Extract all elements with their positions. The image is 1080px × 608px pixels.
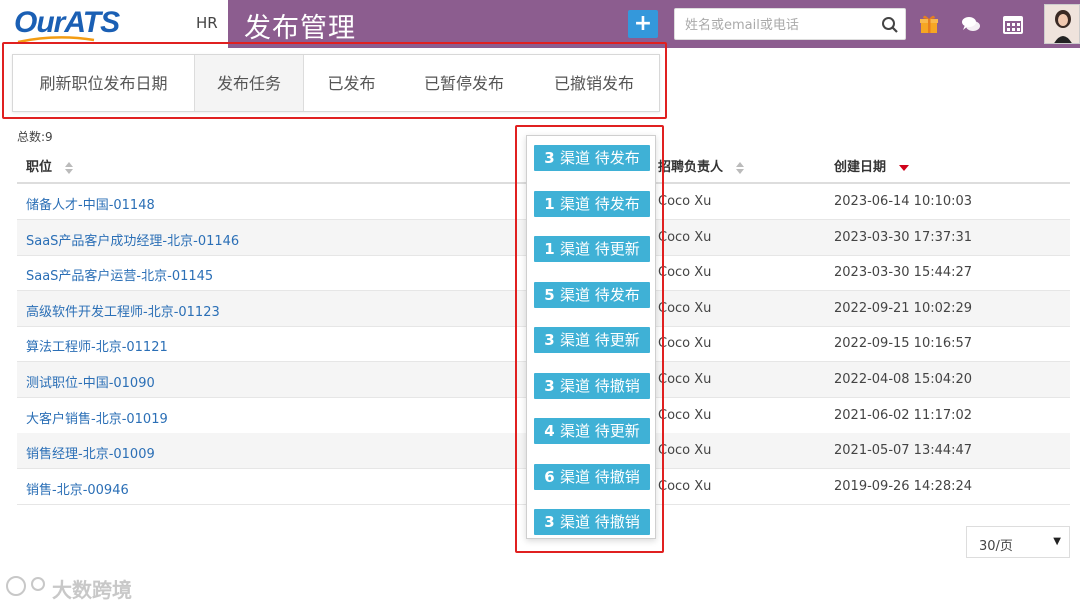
job-title-link[interactable]: 销售-北京-00946 [26,479,129,498]
top-bar: OurATS HR 发布管理 + [0,0,1080,48]
channel-status-label: 渠道 待更新 [559,422,640,440]
column-header-recruiter[interactable]: 招聘负责人 [658,156,744,175]
page-size-select[interactable]: 30/页 ▼ [966,526,1070,558]
channel-status-label: 渠道 待发布 [559,285,640,304]
channel-status-badge[interactable]: 1 渠道 待更新 [534,236,650,262]
channel-status-label: 渠道 待发布 [559,194,640,213]
channel-status-badge[interactable]: 3 渠道 待撤销 [534,372,650,399]
channel-status-badge[interactable]: 5 渠道 待发布 [534,281,650,308]
column-label-recruiter: 招聘负责人 [658,160,724,175]
recruiter-cell: Coco Xu [658,443,712,459]
created-date-cell: 2021-06-02 11:17:02 [834,407,973,423]
job-title-link[interactable]: 销售经理-北京-01009 [26,443,155,462]
search-icon[interactable] [881,16,899,34]
job-title-link[interactable]: 储备人才-中国-01148 [26,194,155,213]
watermark-logo-icon [6,576,45,596]
channel-status-badge[interactable]: 4 渠道 待更新 [534,418,650,444]
channel-count: 1 [544,240,555,258]
recruiter-cell: Coco Xu [658,194,712,209]
chat-icon[interactable] [960,13,982,35]
recruiter-cell: Coco Xu [658,478,712,494]
created-date-cell: 2019-09-26 14:28:24 [834,478,973,494]
channel-status-label: 渠道 待撤销 [559,376,640,395]
channel-count: 3 [544,376,555,395]
column-label-position: 职位 [26,160,53,175]
channel-count: 3 [544,331,555,349]
channel-status-label: 渠道 待撤销 [559,513,640,531]
created-date-cell: 2021-05-07 13:44:47 [834,443,973,459]
search-box[interactable] [674,8,906,40]
recruiter-cell: Coco Xu [658,407,712,423]
job-title-link[interactable]: 大客户销售-北京-01019 [26,408,168,427]
section-label[interactable]: HR [196,14,218,32]
recruiter-cell: Coco Xu [658,372,712,387]
created-date-cell: 2022-09-21 10:02:29 [834,300,973,316]
sort-icon[interactable] [64,161,73,174]
column-header-position[interactable]: 职位 [26,156,73,175]
channel-status-popup: 3 渠道 待发布 1 渠道 待发布 1 渠道 待更新 5 渠道 待发布 3 渠道 待更新… [526,135,656,539]
channel-status-badge[interactable]: 3 渠道 待撤销 [534,509,650,535]
avatar[interactable] [1044,4,1080,44]
column-label-created: 创建日期 [834,160,887,175]
channel-status-badge[interactable]: 1 渠道 待发布 [534,190,650,217]
channel-count: 6 [544,467,555,486]
created-date-cell: 2023-06-14 10:10:03 [834,194,973,209]
gift-icon[interactable] [918,13,940,35]
channel-count: 3 [544,149,555,167]
channel-count: 3 [544,513,555,531]
created-date-cell: 2023-03-30 17:37:31 [834,229,973,245]
avatar-image-icon [1045,5,1079,43]
channel-status-badge[interactable]: 6 渠道 待撤销 [534,463,650,490]
watermark-text: 大数跨境 [52,578,132,602]
highlight-box-tabs [2,42,667,119]
job-title-link[interactable]: 算法工程师-北京-01121 [26,336,168,355]
search-input[interactable] [685,14,875,36]
channel-count: 4 [544,422,555,440]
page-size-value: 30/页 [979,539,1013,554]
channel-status-label: 渠道 待发布 [559,149,640,167]
channel-count: 1 [544,194,555,213]
channel-status-label: 渠道 待撤销 [559,467,640,486]
calendar-icon[interactable] [1002,13,1024,35]
chevron-down-icon: ▼ [1053,536,1061,547]
created-date-cell: 2023-03-30 15:44:27 [834,265,973,281]
recruiter-cell: Coco Xu [658,265,712,281]
recruiter-cell: Coco Xu [658,300,712,316]
logo-area: OurATS HR [0,0,228,48]
recruiter-cell: Coco Xu [658,229,712,245]
header-bar: 发布管理 + [228,0,1080,48]
add-button[interactable]: + [628,10,658,38]
page-title: 发布管理 [244,13,356,44]
column-header-created[interactable]: 创建日期 [834,156,909,175]
channel-status-badge[interactable]: 3 渠道 待发布 [534,145,650,171]
created-date-cell: 2022-04-08 15:04:20 [834,372,973,387]
channel-status-label: 渠道 待更新 [559,331,640,349]
created-date-cell: 2022-09-15 10:16:57 [834,336,973,352]
channel-status-badge[interactable]: 3 渠道 待更新 [534,327,650,353]
job-title-link[interactable]: SaaS产品客户成功经理-北京-01146 [26,230,239,249]
job-title-link[interactable]: 测试职位-中国-01090 [26,372,155,391]
total-count: 总数:9 [17,130,53,144]
logo-text-our: Our [14,6,65,39]
logo-text-ats: ATS [64,6,120,39]
job-title-link[interactable]: 高级软件开发工程师-北京-01123 [26,301,220,320]
job-title-link[interactable]: SaaS产品客户运营-北京-01145 [26,265,213,284]
channel-count: 5 [544,285,555,304]
logo[interactable]: OurATS [14,6,120,40]
recruiter-cell: Coco Xu [658,336,712,352]
channel-status-label: 渠道 待更新 [559,240,640,258]
sort-desc-icon[interactable] [898,164,909,172]
sort-icon[interactable] [735,161,744,174]
